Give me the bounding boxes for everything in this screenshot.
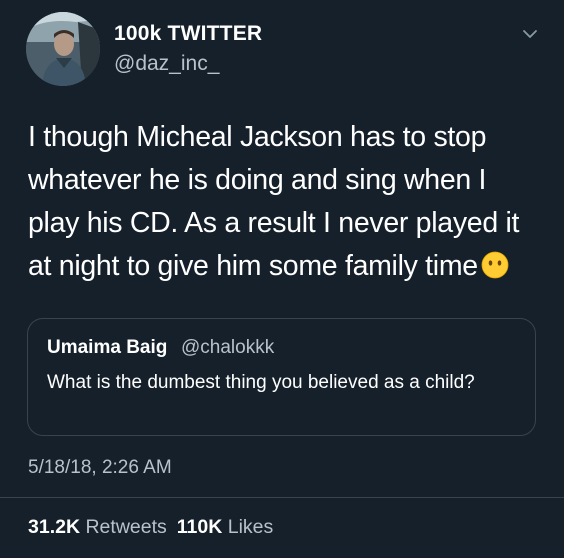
divider bbox=[0, 497, 564, 498]
tweet-text-line: whatever he is doing and sing when I bbox=[28, 164, 487, 196]
likes-label: Likes bbox=[227, 516, 274, 538]
likes-stat[interactable]: 110K Likes bbox=[177, 516, 274, 538]
likes-count: 110K bbox=[176, 516, 223, 538]
avatar-photo bbox=[26, 12, 100, 86]
quoted-tweet-name: Umaima Baig bbox=[47, 337, 168, 358]
chevron-down-icon[interactable] bbox=[522, 28, 538, 40]
tweet-text-line: I though Micheal Jackson has to stop bbox=[28, 121, 487, 153]
tweet-text-line: play his CD. As a result I never played … bbox=[28, 207, 520, 239]
tweet-text: I though Micheal Jackson has to stop wha… bbox=[28, 116, 548, 288]
face-without-mouth-icon bbox=[481, 251, 509, 279]
avatar[interactable] bbox=[26, 12, 100, 86]
display-name[interactable]: 100k TWITTER bbox=[114, 22, 262, 46]
tweet-timestamp[interactable]: 5/18/18, 2:26 AM bbox=[28, 457, 172, 479]
quoted-tweet-handle: @chalokkk bbox=[181, 337, 275, 358]
tweet-card: 100k TWITTER @daz_inc_ I though Micheal … bbox=[0, 0, 564, 558]
retweets-stat[interactable]: 31.2K Retweets bbox=[28, 516, 167, 538]
retweets-label: Retweets bbox=[85, 516, 167, 538]
quoted-tweet[interactable]: Umaima Baig @chalokkk What is the dumbes… bbox=[27, 318, 536, 436]
tweet-stats: 31.2K Retweets 110K Likes bbox=[28, 516, 273, 539]
user-handle[interactable]: @daz_inc_ bbox=[114, 52, 219, 76]
quoted-tweet-text: What is the dumbest thing you believed a… bbox=[47, 372, 475, 393]
retweets-count: 31.2K bbox=[28, 516, 81, 538]
tweet-text-line-content: at night to give him some family time bbox=[28, 250, 478, 282]
tweet-text-line: at night to give him some family time bbox=[28, 245, 548, 288]
